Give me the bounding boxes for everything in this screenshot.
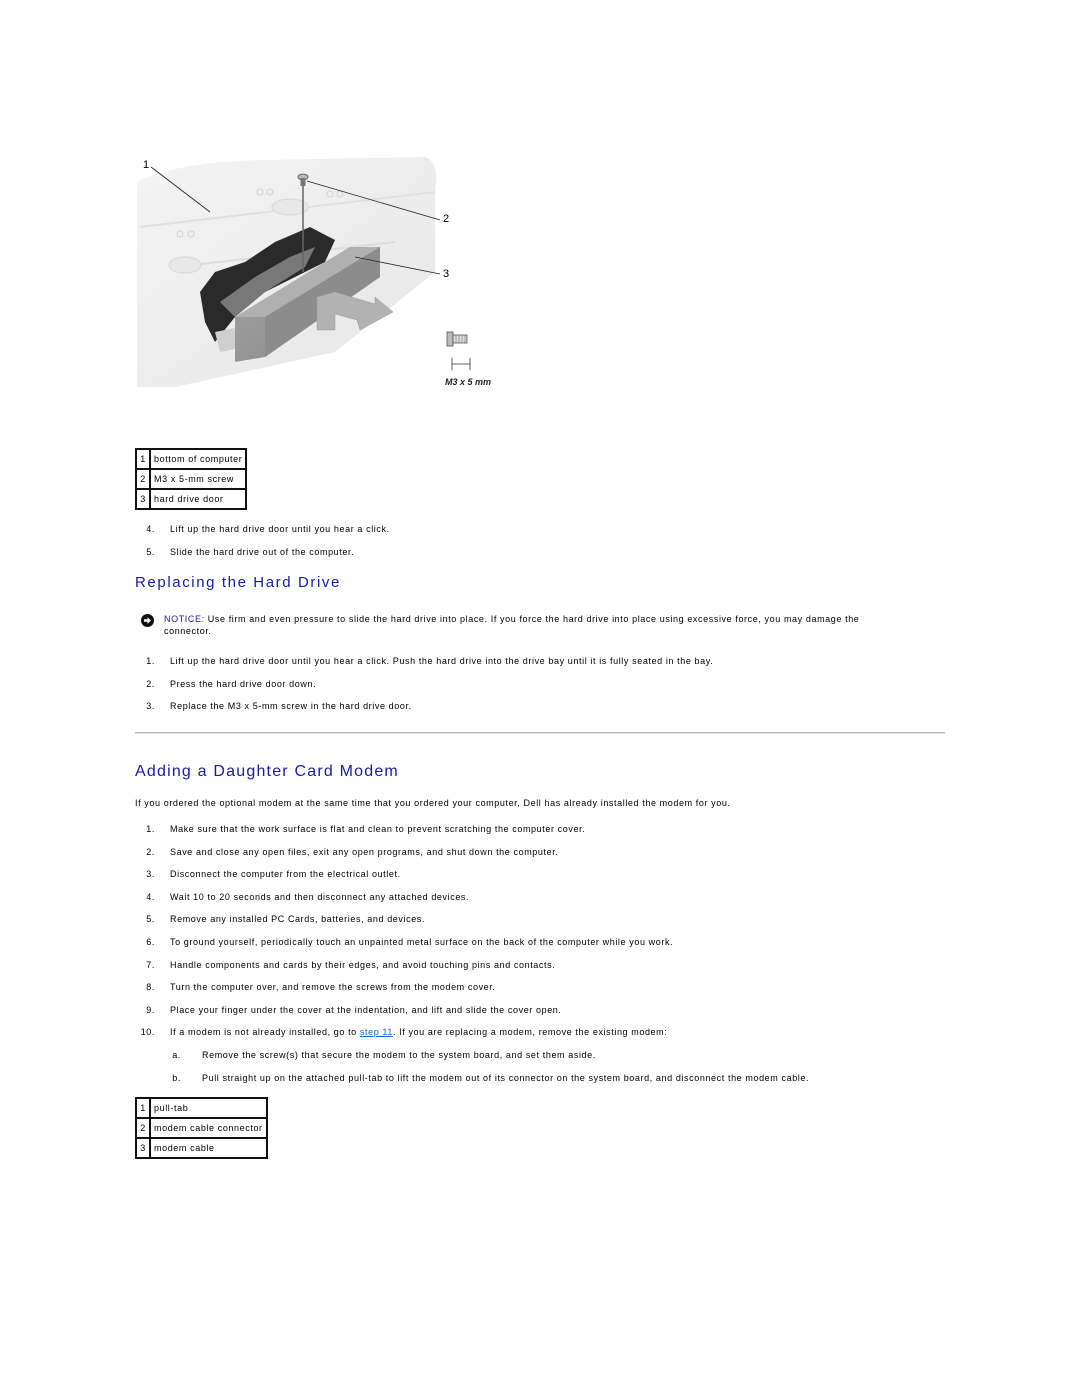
modem-intro-paragraph: If you ordered the optional modem at the… (135, 798, 731, 808)
sub-list-item: a. Remove the screw(s) that secure the m… (167, 1049, 967, 1061)
legend-row: 2 modem cable connector (135, 1117, 268, 1139)
step-text: Remove any installed PC Cards, batteries… (170, 914, 426, 924)
section-divider (135, 732, 945, 734)
step-number: 3. (146, 869, 155, 879)
list-item: 7. Handle components and cards by their e… (135, 959, 935, 971)
step-number: 2. (146, 847, 155, 857)
step-text: Slide the hard drive out of the computer… (170, 547, 355, 557)
illustration-svg: 1 2 3 M3 x 5 mm (137, 157, 491, 387)
list-item: 3. Replace the M3 x 5-mm screw in the ha… (135, 700, 935, 712)
step-number: 5. (146, 914, 155, 924)
step-number: 6. (146, 937, 155, 947)
list-item: 4. Wait 10 to 20 seconds and then disconn… (135, 891, 935, 903)
list-item: 1. Lift up the hard drive door until you… (135, 655, 935, 667)
step-text: Replace the M3 x 5-mm screw in the hard … (170, 701, 412, 711)
step-text: Turn the computer over, and remove the s… (170, 982, 496, 992)
list-item: 4. Lift up the hard drive door until you… (135, 523, 935, 535)
figure-2-legend-table: 1 pull-tab 2 modem cable connector 3 mod… (135, 1097, 268, 1159)
replacing-hard-drive-heading: Replacing the Hard Drive (135, 574, 341, 591)
step-text: To ground yourself, periodically touch a… (170, 937, 674, 947)
legend-row: 1 pull-tab (135, 1097, 268, 1119)
step-text: Handle components and cards by their edg… (170, 960, 556, 970)
callout-number-2: 2 (443, 213, 449, 225)
legend-row: 3 hard drive door (135, 488, 248, 510)
step-text: Press the hard drive door down. (170, 679, 317, 689)
notice-body-line2: connector. (164, 626, 212, 636)
step-text: Wait 10 to 20 seconds and then disconnec… (170, 892, 470, 902)
step-number: 4. (146, 524, 155, 534)
screw-size-caption: M3 x 5 mm (445, 377, 491, 387)
step-text-before-link: If a modem is not already installed, go … (170, 1027, 360, 1037)
legend-label: pull-tab (149, 1097, 268, 1119)
step-number: 7. (146, 960, 155, 970)
step-number: 3. (146, 701, 155, 711)
sub-list-item: b. Pull straight up on the attached pull… (167, 1072, 967, 1084)
legend-number: 2 (135, 1117, 151, 1139)
list-item: 6. To ground yourself, periodically touch… (135, 936, 935, 948)
list-item: 8. Turn the computer over, and remove the… (135, 981, 935, 993)
legend-label: modem cable (149, 1137, 268, 1159)
step-text: Disconnect the computer from the electri… (170, 869, 401, 879)
legend-label: bottom of computer (148, 448, 248, 470)
legend-number: 1 (135, 448, 151, 470)
list-item: 10. If a modem is not already installed,… (135, 1026, 935, 1038)
legend-label: modem cable connector (149, 1117, 268, 1139)
notice-label: NOTICE: (164, 614, 205, 624)
step-11-link[interactable]: step 11 (360, 1027, 393, 1037)
step-text: Lift up the hard drive door until you he… (170, 524, 390, 534)
legend-number: 3 (135, 1137, 151, 1159)
list-item: 9. Place your finger under the cover at t… (135, 1004, 935, 1016)
list-item: 5. Remove any installed PC Cards, batteri… (135, 913, 935, 925)
step-number: 1. (146, 824, 155, 834)
legend-number: 3 (135, 488, 151, 510)
step-text: If a modem is not already installed, go … (170, 1026, 667, 1038)
callout-number-1: 1 (143, 159, 149, 171)
list-item: 5. Slide the hard drive out of the compu… (135, 546, 935, 558)
list-item: 2. Press the hard drive door down. (135, 678, 935, 690)
legend-row: 2 M3 x 5-mm screw (135, 468, 248, 490)
legend-row: 1 bottom of computer (135, 448, 248, 470)
legend-label: M3 x 5-mm screw (148, 468, 248, 490)
step-text-after-link: . If you are replacing a modem, remove t… (392, 1027, 668, 1037)
step-number: 4. (146, 892, 155, 902)
legend-number: 2 (135, 468, 151, 490)
notice-text: NOTICE: Use firm and even pressure to sl… (164, 613, 954, 637)
list-item: 3. Disconnect the computer from the elect… (135, 868, 935, 880)
list-item: 1. Make sure that the work surface is fla… (135, 823, 935, 835)
step-text: Lift up the hard drive door until you he… (170, 656, 714, 666)
list-item: 2. Save and close any open files, exit an… (135, 846, 935, 858)
legend-label: hard drive door (148, 488, 248, 510)
substep-letter: b. (172, 1073, 181, 1083)
substep-text: Remove the screw(s) that secure the mode… (202, 1050, 596, 1060)
step-text: Make sure that the work surface is flat … (170, 824, 586, 834)
callout-number-3: 3 (443, 268, 449, 280)
step-text: Place your finger under the cover at the… (170, 1005, 562, 1015)
step-number: 1. (146, 656, 155, 666)
notice-body-line1: Use firm and even pressure to slide the … (204, 614, 860, 624)
step-number: 2. (146, 679, 155, 689)
step-text: Save and close any open files, exit any … (170, 847, 559, 857)
step-number: 5. (146, 547, 155, 557)
legend-number: 1 (135, 1097, 151, 1119)
notice-arrow-icon (141, 614, 154, 627)
step-number: 8. (146, 982, 155, 992)
step-number: 10. (140, 1027, 155, 1037)
hard-drive-removal-illustration: 1 2 3 M3 x 5 mm (135, 152, 495, 392)
substep-text: Pull straight up on the attached pull-ta… (202, 1073, 810, 1083)
adding-modem-heading: Adding a Daughter Card Modem (135, 763, 399, 780)
figure-1-legend-table: 1 bottom of computer 2 M3 x 5-mm screw 3… (135, 448, 248, 510)
substep-letter: a. (172, 1050, 181, 1060)
step-number: 9. (146, 1005, 155, 1015)
legend-row: 3 modem cable (135, 1137, 268, 1159)
screw-size-detail (446, 331, 471, 370)
